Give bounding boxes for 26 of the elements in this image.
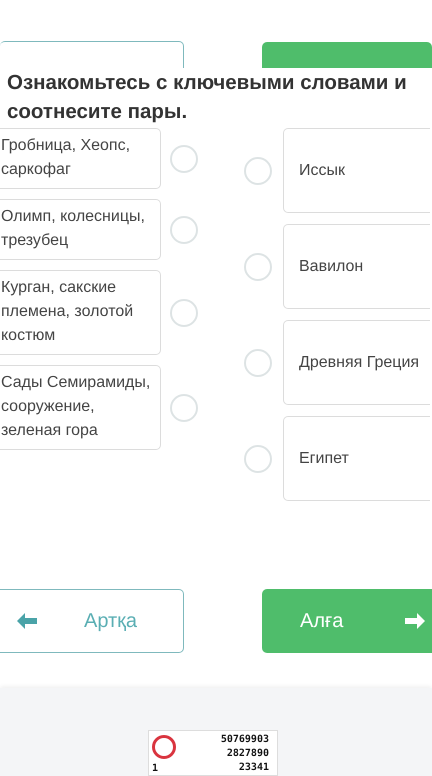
question-title: Ознакомьтесь с ключевыми словами и соотнесите пары. xyxy=(6,70,408,125)
circle-icon xyxy=(152,735,176,759)
counter-number: 23341 xyxy=(238,761,269,775)
radio-button[interactable] xyxy=(170,144,198,172)
radio-button[interactable] xyxy=(244,348,272,376)
counter-number: 2827890 xyxy=(226,747,269,761)
answer-card[interactable]: Вавилон xyxy=(283,224,430,309)
arrow-right-icon xyxy=(404,612,426,630)
keyword-card[interactable]: Гробница, Хеопс, саркофаг xyxy=(0,128,161,189)
radio-button[interactable] xyxy=(170,298,198,326)
keyword-card[interactable]: Олимп, колесницы, трезубец xyxy=(0,199,161,260)
keyword-card[interactable]: Сады Семирамиды, сооружение, зеленая гора xyxy=(0,365,161,450)
counter-number: 50769903 xyxy=(220,733,269,747)
radio-button[interactable] xyxy=(244,444,272,472)
counter-index: 1 xyxy=(152,763,158,775)
arrow-left-icon xyxy=(16,612,38,630)
answer-card[interactable]: Древняя Греция xyxy=(283,320,430,405)
radio-button[interactable] xyxy=(170,394,198,422)
radio-button[interactable] xyxy=(170,216,198,244)
radio-button[interactable] xyxy=(244,252,272,280)
keyword-card[interactable]: Курган, сакские племена, золотой костюм xyxy=(0,270,161,355)
answer-card[interactable]: Иссык xyxy=(283,128,430,213)
back-button[interactable] xyxy=(0,41,184,68)
next-button[interactable] xyxy=(262,42,432,68)
answer-card[interactable]: Египет xyxy=(283,416,430,501)
radio-button[interactable] xyxy=(244,156,272,184)
